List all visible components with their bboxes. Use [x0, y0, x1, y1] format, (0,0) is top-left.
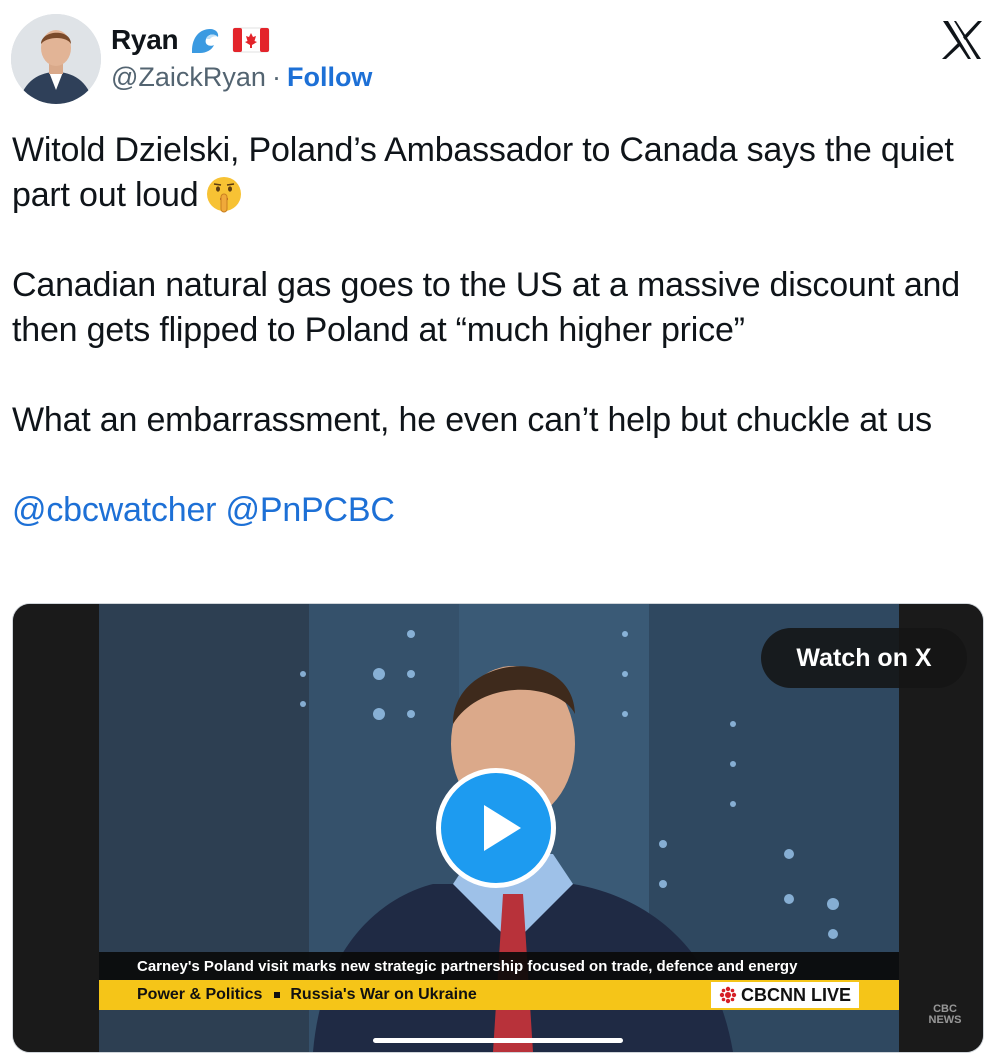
mention-link[interactable]: @PnPCBC: [226, 491, 395, 529]
ticker-bullet: [274, 992, 281, 998]
live-badge: CBCNN LIVE: [711, 982, 860, 1008]
tweet-paragraph: What an embarrassment, he even can’t hel…: [12, 401, 932, 439]
news-caption: Carney's Poland visit marks new strategi…: [99, 952, 899, 980]
wave-emoji-icon: [188, 23, 222, 57]
cbc-news-logo-bottom: NEWS: [928, 1014, 962, 1026]
video-player[interactable]: Watch on X Carney's Poland visit marks n…: [12, 603, 984, 1053]
author-handle-row: @ZaickRyan · Follow: [111, 62, 372, 93]
play-button[interactable]: [436, 768, 556, 888]
canada-flag-icon: [232, 26, 270, 54]
avatar[interactable]: [11, 14, 101, 104]
author-name-row: Ryan: [111, 20, 270, 60]
mention-link[interactable]: @cbcwatcher: [12, 491, 216, 529]
watch-on-x-button[interactable]: Watch on X: [761, 628, 967, 688]
tweet-paragraph-text: Witold Dzielski, Poland’s Ambassador to …: [12, 131, 954, 214]
cbc-news-logo: CBC NEWS: [925, 1004, 965, 1026]
ticker-topic: Russia's War on Ukraine: [290, 986, 477, 1003]
follow-button[interactable]: Follow: [287, 62, 372, 93]
tweet-text: Witold Dzielski, Poland’s Ambassador to …: [12, 128, 992, 533]
tweet-paragraph: Canadian natural gas goes to the US at a…: [12, 266, 960, 349]
tweet-paragraph: Witold Dzielski, Poland’s Ambassador to …: [12, 128, 992, 218]
author-handle[interactable]: @ZaickRyan: [111, 62, 266, 93]
ticker-show-name: Power & Politics: [137, 986, 263, 1003]
cbc-gem-icon: [719, 986, 737, 1004]
live-badge-text: CBCNN LIVE: [741, 984, 852, 1005]
x-logo-icon[interactable]: [940, 18, 984, 62]
author-display-name[interactable]: Ryan: [111, 24, 179, 56]
shushing-face-icon: [204, 174, 244, 214]
video-scrubber[interactable]: [373, 1038, 623, 1043]
separator-dot: ·: [271, 62, 281, 92]
tweet-mentions: @cbcwatcher @PnPCBC: [12, 488, 992, 533]
play-icon: [484, 805, 521, 851]
